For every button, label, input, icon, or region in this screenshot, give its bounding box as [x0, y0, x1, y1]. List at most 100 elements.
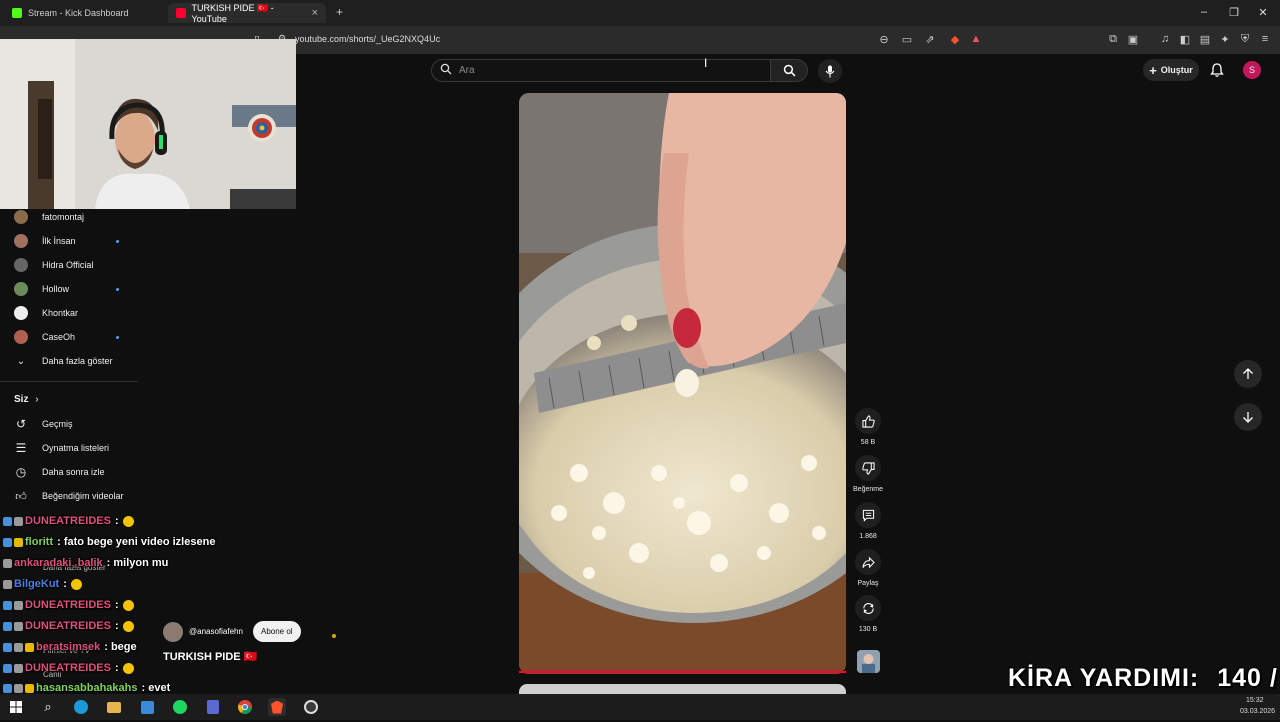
taskbar-time[interactable]: 15:32 [1246, 697, 1264, 704]
url-text[interactable]: youtube.com/shorts/_UeG2NXQ4Uc [295, 34, 440, 44]
dislike-button[interactable] [855, 455, 881, 481]
account-avatar[interactable]: S [1243, 61, 1261, 79]
brave-shields-icon[interactable]: ◆ [948, 33, 962, 46]
sidebar-item-liked-videos[interactable]: 👍︎ Beğendiğim videolar [14, 486, 124, 506]
brave-taskbar-icon[interactable] [268, 698, 286, 716]
close-window-icon[interactable]: ✕ [1256, 6, 1270, 19]
sidebar-item-ilk-insan[interactable]: İlk İnsan [14, 231, 76, 251]
previous-short-button[interactable] [1234, 360, 1262, 388]
thumbs-down-icon [861, 461, 875, 475]
taskbar-date[interactable]: 03.03.2026 [1240, 708, 1275, 715]
shorts-video-player[interactable] [519, 93, 846, 674]
remix-button[interactable] [855, 595, 881, 621]
extensions-icon[interactable]: ⧉ [1106, 33, 1120, 46]
sidebar-item-label: Geçmiş [42, 419, 73, 429]
sidebar-item-khontkar[interactable]: Khontkar [14, 303, 78, 323]
obs-icon[interactable] [302, 698, 320, 716]
screenshot-icon[interactable]: ▣ [1126, 33, 1140, 46]
arrow-down-icon [1243, 412, 1253, 423]
file-explorer-icon[interactable] [105, 698, 123, 716]
chrome-icon[interactable] [236, 698, 254, 716]
search-icon[interactable]: ⌕ [39, 698, 57, 716]
sidebar-toggle-icon[interactable]: ◧ [1178, 33, 1192, 46]
chat-badge-icon [3, 558, 12, 568]
share-page-icon[interactable]: ⇗ [923, 33, 937, 46]
dislike-label: Beğenme [853, 486, 883, 493]
sidebar-item-history[interactable]: ↺ Geçmiş [14, 414, 73, 434]
search-input[interactable] [431, 59, 771, 82]
sidebar-item-hollow[interactable]: Hollow [14, 279, 69, 299]
edge-icon[interactable] [72, 698, 90, 716]
show-more-button[interactable]: ⌄ Daha fazla göster [14, 351, 113, 371]
sidebar-item-label: Beğendiğim videolar [42, 491, 124, 501]
search-button[interactable] [771, 59, 808, 82]
cast-icon[interactable]: ▭ [900, 33, 914, 46]
share-button[interactable] [855, 549, 881, 575]
sidebar-item-caseoh[interactable]: CaseOh [14, 327, 75, 347]
short-title[interactable]: TURKISH PIDE 🇹🇷 [163, 650, 257, 663]
ai-icon[interactable]: ✦ [1218, 33, 1232, 46]
chat-username: DUNEATREIDES [25, 620, 111, 632]
chat-badge-icon [3, 621, 12, 631]
zoom-icon[interactable]: ⊖ [877, 33, 891, 46]
calculator-icon[interactable] [204, 698, 222, 716]
wallet-icon[interactable]: ▤ [1198, 33, 1212, 46]
next-short-preview[interactable] [519, 684, 846, 694]
search-icon [440, 63, 452, 75]
chat-badge-icon [14, 537, 23, 547]
sidebar-item-fatomontaj[interactable]: fatomontaj [14, 207, 84, 227]
arrow-up-icon [1243, 368, 1253, 379]
music-icon[interactable]: ♫ [1158, 33, 1172, 45]
emoji-icon [122, 515, 134, 527]
chat-message: floritt : fato bege yeni video izlesene [3, 533, 215, 551]
tab-youtube[interactable]: TURKISH PIDE 🇹🇷 - YouTube × [168, 3, 326, 24]
chat-username: DUNEATREIDES [25, 662, 111, 674]
next-short-button[interactable] [1234, 403, 1262, 431]
chat-message: BilgeKut : [3, 575, 82, 593]
kick-icon [12, 8, 22, 18]
chat-badge-icon [3, 600, 12, 610]
sidebar-item-playlists[interactable]: ☰ Oynatma listeleri [14, 438, 109, 458]
chat-message: ankaradaki_balik : milyon mu [3, 554, 168, 572]
notifications-bell-icon[interactable] [1209, 62, 1225, 78]
store-icon[interactable] [138, 698, 156, 716]
brave-rewards-icon[interactable]: ▲ [969, 33, 983, 45]
new-tab-button[interactable]: + [336, 5, 343, 19]
like-button[interactable] [855, 408, 881, 434]
sidebar-item-label: Hollow [42, 284, 70, 294]
spotify-icon[interactable] [171, 698, 189, 716]
create-button[interactable]: + Oluştur [1143, 59, 1199, 81]
chat-badge-icon [14, 642, 23, 652]
chat-badge-icon [25, 642, 34, 652]
sidebar-item-watch-later[interactable]: ◷ Daha sonra izle [14, 462, 105, 482]
vpn-icon[interactable]: ⛨ [1238, 33, 1252, 46]
create-label: Oluştur [1160, 65, 1193, 75]
live-indicator [116, 288, 119, 291]
menu-icon[interactable]: ≡ [1258, 33, 1272, 45]
search-placeholder: Ara [459, 65, 475, 76]
minimize-icon[interactable]: – [1197, 6, 1211, 18]
chat-message: DUNEATREIDES : [3, 596, 134, 614]
close-tab-icon[interactable]: × [312, 7, 318, 19]
video-progress-bar[interactable] [519, 671, 846, 673]
sidebar-item-hidra-official[interactable]: Hidra Official [14, 255, 93, 275]
chat-badge-icon [14, 621, 23, 631]
webcam-feed-image [0, 39, 296, 209]
windows-start-icon[interactable] [7, 698, 25, 716]
sound-channel-thumbnail[interactable] [857, 650, 880, 673]
chevron-right-icon: › [35, 394, 39, 405]
rent-label: KİRA YARDIMI: [1008, 664, 1200, 692]
channel-avatar[interactable] [163, 622, 183, 642]
voice-search-button[interactable] [818, 59, 842, 83]
channel-name[interactable]: @anasofiafehn [189, 627, 243, 636]
tab-kick-dashboard[interactable]: Stream - Kick Dashboard [4, 3, 168, 23]
chat-badge-icon [25, 683, 34, 693]
video-frame-image [519, 93, 846, 674]
channel-thumbnail-image [857, 650, 880, 673]
chat-badge-icon [3, 516, 12, 526]
subscribe-button[interactable]: Abone ol [253, 621, 301, 642]
plus-icon: + [1149, 62, 1157, 78]
restore-icon[interactable]: ❐ [1227, 6, 1241, 19]
comments-button[interactable] [855, 502, 881, 528]
you-section-header[interactable]: Siz › [14, 394, 39, 405]
